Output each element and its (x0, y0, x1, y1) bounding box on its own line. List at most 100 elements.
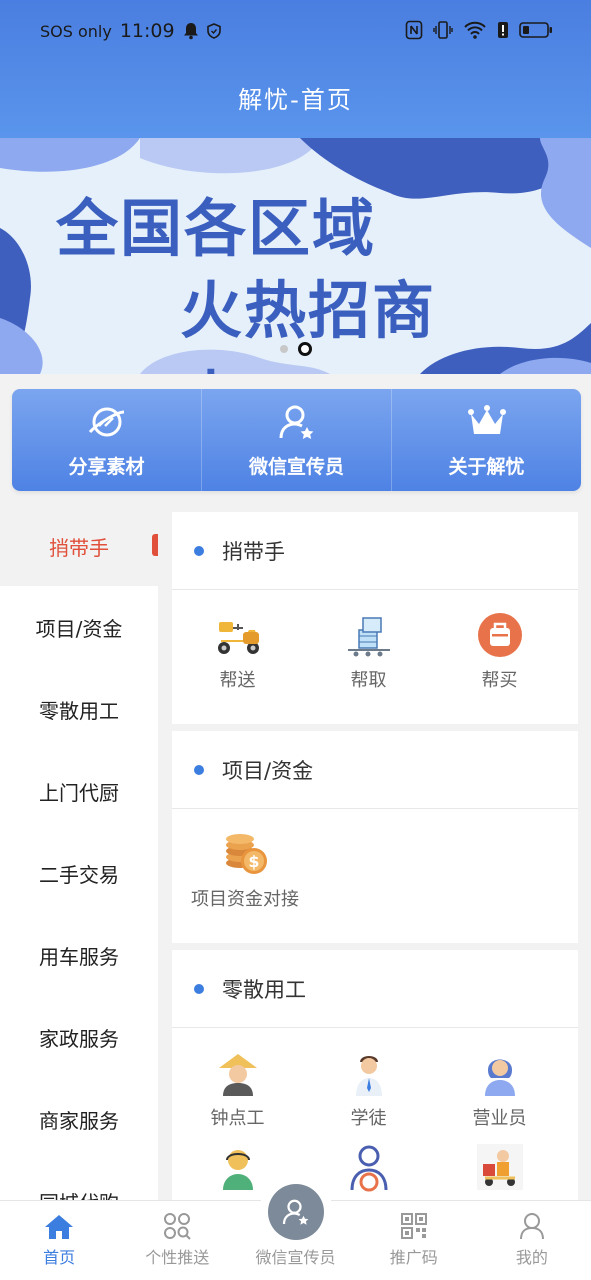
qr-code-icon (400, 1213, 427, 1239)
sidebar-item-project-fund[interactable]: 项目/资金 (0, 586, 158, 668)
service-grid: 钟点工 学徒 营业员 (172, 1028, 578, 1220)
svg-text:$: $ (248, 852, 259, 871)
section-title: 项目/资金 (222, 758, 314, 783)
apprentice-icon (355, 1056, 382, 1096)
active-marker (152, 534, 158, 556)
sidebar-item-label: 上门代厨 (39, 780, 119, 805)
service-item-courier[interactable] (434, 1142, 565, 1198)
sidebar-item-second-hand[interactable]: 二手交易 (0, 832, 158, 914)
crown-icon (467, 404, 506, 434)
tab-promo-code[interactable]: 推广码 (355, 1201, 473, 1280)
service-item-pickup[interactable]: 帮取 (303, 610, 434, 702)
service-label: 帮取 (350, 670, 387, 691)
page-title: 解忧-首页 (238, 86, 353, 114)
vibrate-icon (433, 21, 453, 39)
service-item-clerk[interactable]: 营业员 (434, 1048, 565, 1130)
quick-label: 关于解忧 (448, 455, 525, 478)
service-label: 钟点工 (210, 1108, 265, 1129)
sidebar-item-casual-labor[interactable]: 零散用工 (0, 668, 158, 750)
center-promoter-button[interactable] (259, 1175, 333, 1249)
service-label: 项目资金对接 (191, 889, 299, 910)
category-sidebar: 捎带手 项目/资金 零散用工 上门代厨 二手交易 用车服务 家政服务 商家服务 … (0, 506, 158, 1200)
section-card: 项目/资金 $ 项目资金对接 (172, 731, 578, 943)
clerk-icon (484, 1059, 515, 1096)
section-header: 项目/资金 (172, 731, 578, 809)
carousel-dot[interactable] (280, 345, 288, 353)
service-item-project-funding[interactable]: $ 项目资金对接 (172, 829, 318, 921)
sidebar-item-shaodaishou[interactable]: 捎带手 (0, 506, 158, 586)
alert-icon (498, 22, 508, 38)
bullet-dot (194, 764, 204, 775)
bell-icon (183, 23, 198, 40)
section-header: 零散用工 (172, 950, 578, 1028)
nfc-icon (405, 20, 423, 40)
wechat-promoter-button[interactable]: 微信宣传员 (202, 389, 392, 491)
section-title: 零散用工 (222, 977, 306, 1002)
coins-icon: $ (226, 834, 267, 874)
sidebar-item-home-chef[interactable]: 上门代厨 (0, 750, 158, 832)
service-label: 营业员 (472, 1108, 527, 1129)
status-right (405, 20, 553, 40)
shield-icon (206, 23, 221, 39)
tab-mine[interactable]: 我的 (473, 1201, 591, 1280)
battery-icon (519, 22, 552, 38)
driver-icon (350, 1145, 387, 1192)
bag-icon (477, 613, 522, 657)
share-material-button[interactable]: 分享素材 (12, 389, 202, 491)
headset-agent-icon (222, 1150, 253, 1190)
grid-search-icon (164, 1213, 192, 1240)
status-bar: SOS only 11:09 (0, 0, 591, 66)
wifi-icon (464, 21, 486, 39)
tab-label: 个性推送 (145, 1248, 210, 1267)
courier-icon (476, 1144, 523, 1190)
sidebar-item-label: 捎带手 (49, 535, 109, 560)
user-star-icon (282, 1199, 309, 1225)
section-card: 捎带手 帮送 帮取 帮买 (172, 512, 578, 724)
cart-boxes-icon (347, 617, 390, 657)
promo-banner[interactable]: 全国各区域 火热招商中！！ (0, 138, 591, 374)
sidebar-item-label: 商家服务 (39, 1108, 119, 1133)
tab-personal-push[interactable]: 个性推送 (118, 1201, 236, 1280)
sidebar-item-label: 家政服务 (39, 1026, 119, 1051)
bullet-dot (194, 545, 204, 556)
sidebar-item-label: 同城代购 (39, 1187, 119, 1201)
tab-home[interactable]: 首页 (0, 1201, 118, 1280)
about-button[interactable]: 关于解忧 (392, 389, 581, 491)
service-grid: $ 项目资金对接 (172, 809, 578, 943)
service-item-buy[interactable]: 帮买 (434, 610, 565, 702)
planet-icon (88, 407, 124, 436)
section-title: 捎带手 (222, 539, 285, 564)
banner-headline-2: 火热招商中！！ (180, 274, 437, 374)
person-icon (519, 1213, 544, 1240)
sidebar-item-label: 用车服务 (39, 944, 119, 969)
app-header: SOS only 11:09 解忧-首页 (0, 0, 591, 138)
sidebar-item-label: 二手交易 (39, 862, 119, 887)
quick-label: 分享素材 (68, 455, 145, 478)
bullet-dot (194, 983, 204, 994)
service-item-deliver[interactable]: 帮送 (172, 610, 303, 702)
home-icon (45, 1215, 74, 1239)
category-content: 捎带手 帮送 帮取 帮买 项目/资金 $ 项目资金对接 零散用工 钟点工 学徒 … (172, 512, 578, 1227)
scooter-icon (217, 622, 259, 654)
service-item-hourly-worker[interactable]: 钟点工 (172, 1048, 303, 1130)
sidebar-item-label: 零散用工 (39, 698, 119, 723)
sidebar-item-housekeeping[interactable]: 家政服务 (0, 996, 158, 1078)
carrier-text: SOS only (40, 21, 112, 41)
service-item-apprentice[interactable]: 学徒 (303, 1048, 434, 1130)
worker-icon (218, 1054, 257, 1096)
sidebar-item-car-service[interactable]: 用车服务 (0, 914, 158, 996)
status-left: SOS only 11:09 (40, 20, 221, 42)
service-label: 帮送 (219, 670, 256, 691)
sidebar-item-city-purchase[interactable]: 同城代购 (0, 1160, 158, 1201)
service-label: 学徒 (350, 1108, 387, 1129)
service-label: 帮买 (481, 670, 518, 691)
banner-headline-1: 全国各区域 (56, 192, 377, 265)
tab-label: 我的 (515, 1248, 548, 1267)
section-card: 零散用工 钟点工 学徒 营业员 (172, 950, 578, 1220)
carousel-dot-active[interactable] (298, 342, 312, 356)
user-star-icon (279, 405, 313, 439)
section-header: 捎带手 (172, 512, 578, 590)
tab-label: 首页 (43, 1248, 76, 1267)
quick-label: 微信宣传员 (248, 455, 344, 478)
sidebar-item-merchant[interactable]: 商家服务 (0, 1078, 158, 1160)
